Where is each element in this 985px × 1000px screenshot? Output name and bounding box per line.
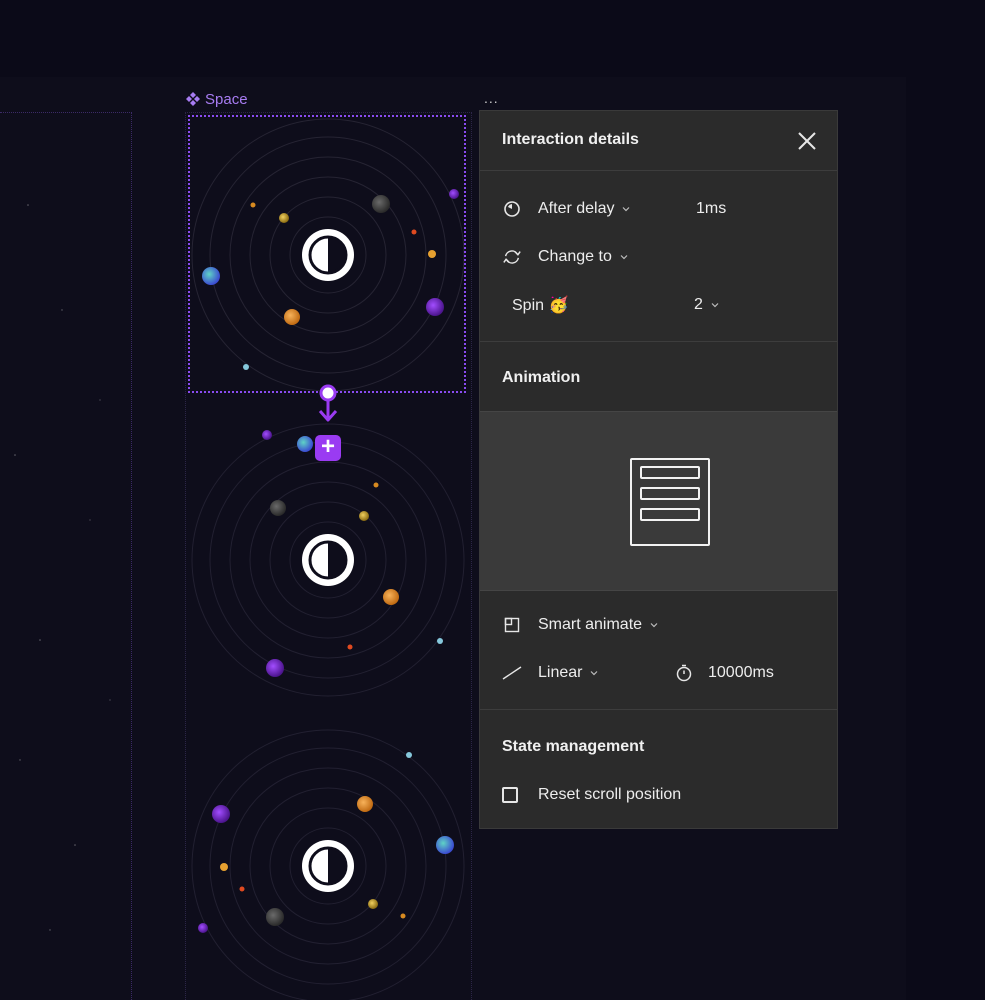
duration-value: 10000ms <box>708 664 774 681</box>
chevron-down-icon <box>650 623 658 628</box>
preview-bar <box>640 508 700 521</box>
divider <box>480 709 837 710</box>
chevron-down-icon <box>623 207 630 212</box>
delay-value-input[interactable]: 1ms <box>696 197 726 221</box>
interaction-details-panel: Interaction details After delay 1ms Chan… <box>479 110 838 829</box>
panel-header: Interaction details <box>480 111 837 171</box>
animation-preview <box>480 411 837 591</box>
chevron-down-icon <box>711 303 719 308</box>
sun-icon <box>302 534 354 586</box>
easing-curve-icon <box>502 663 522 683</box>
trigger-dropdown[interactable]: After delay <box>502 197 631 221</box>
animation-type-label: Smart animate <box>538 616 643 633</box>
animation-section-title: Animation <box>502 369 581 386</box>
close-button[interactable] <box>795 129 819 153</box>
preview-frame <box>630 458 710 546</box>
action-label: Change to <box>538 248 612 265</box>
design-canvas[interactable]: Space ... + Interaction details After de… <box>0 0 985 1000</box>
panel-title: Interaction details <box>502 131 639 148</box>
close-icon <box>798 132 816 150</box>
stars <box>14 204 111 931</box>
prototype-connector-icon[interactable] <box>316 383 340 431</box>
add-interaction-button[interactable]: + <box>315 435 341 461</box>
reset-scroll-label: Reset scroll position <box>538 786 682 803</box>
reset-scroll-checkbox[interactable]: Reset scroll position <box>502 783 681 807</box>
preview-bar <box>640 466 700 479</box>
easing-label: Linear <box>538 664 583 681</box>
chevron-down-icon <box>620 255 628 260</box>
sun-icon <box>302 840 354 892</box>
trigger-label: After delay <box>538 200 615 217</box>
variant-value: 2 <box>694 296 703 313</box>
selected-frame-outline[interactable] <box>188 115 466 393</box>
preview-bar <box>640 487 700 500</box>
animation-type-dropdown[interactable]: Smart animate <box>502 613 659 637</box>
swap-icon <box>502 247 522 267</box>
easing-dropdown[interactable]: Linear <box>502 661 599 685</box>
timer-icon <box>502 199 522 219</box>
chevron-down-icon <box>591 671 598 676</box>
variant-dropdown[interactable]: 2 <box>694 293 720 317</box>
action-dropdown[interactable]: Change to <box>502 245 629 269</box>
divider <box>480 341 837 342</box>
duration-input[interactable]: 10000ms <box>674 661 774 685</box>
destination-label: Spin 🥳 <box>512 297 569 314</box>
smart-animate-icon <box>502 615 522 635</box>
state-management-title: State management <box>502 738 645 755</box>
checkbox-box[interactable] <box>502 787 518 803</box>
stopwatch-icon <box>674 663 694 683</box>
